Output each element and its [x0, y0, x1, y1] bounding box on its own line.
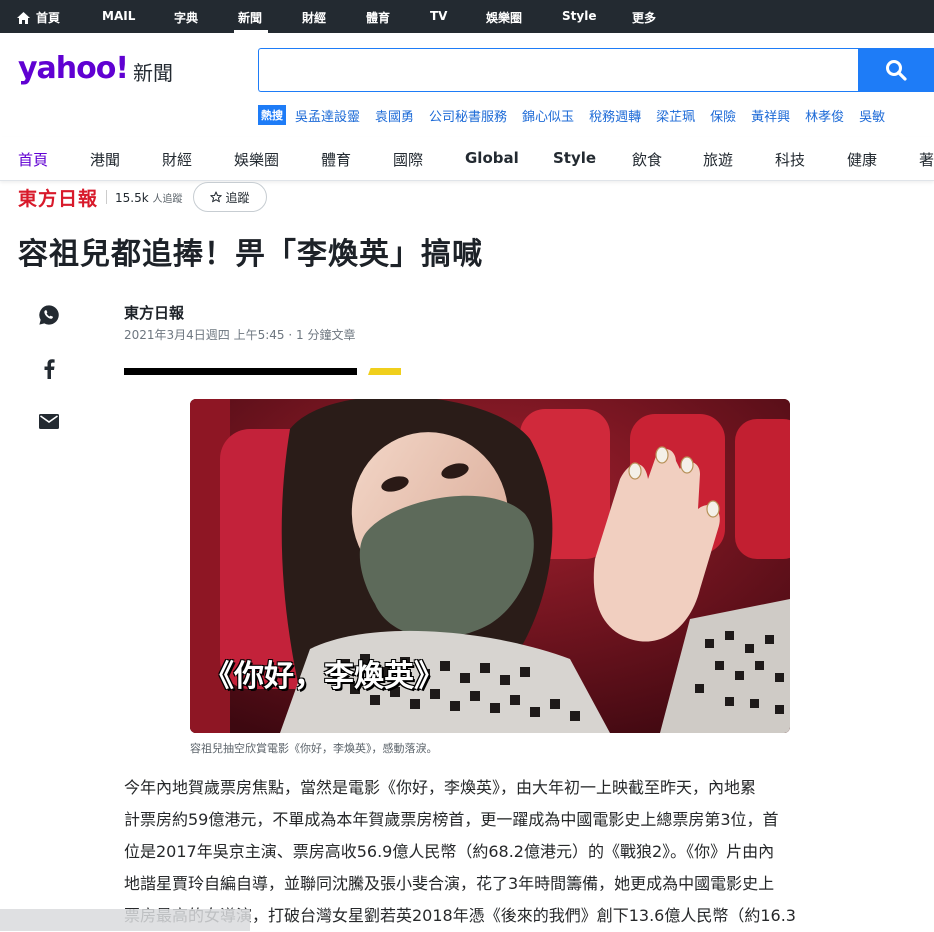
follow-button[interactable]: 追蹤 — [192, 182, 267, 212]
trending-link[interactable]: 吳孟達設靈 — [295, 106, 360, 125]
horizontal-scrollbar[interactable] — [0, 909, 250, 931]
divider-bar — [124, 368, 357, 375]
trending-link[interactable]: 吳敏 — [859, 106, 885, 125]
follower-suffix: 人追蹤 — [152, 193, 183, 205]
mail-icon — [39, 413, 59, 429]
cat-home[interactable]: 首頁 — [18, 149, 48, 170]
cat-health[interactable]: 健康 — [847, 149, 877, 170]
body-line: 今年內地賀歲票房焦點，當然是電影《你好，李煥英》，由大年初一上映截至昨天，內地累 — [124, 778, 757, 797]
topnav-home-label: 首頁 — [36, 11, 61, 25]
topnav-entertainment[interactable]: 娛樂圈 — [486, 9, 522, 26]
body-line: 地諧星賈玲自編自導，並聯同沈騰及張小斐合演，花了3年時間籌備，她更成為中國電影史… — [124, 874, 775, 893]
yahoo-logo[interactable]: yahoo! — [18, 51, 129, 86]
divider-accent — [368, 368, 401, 375]
divider — [106, 190, 108, 204]
article-body: 今年內地賀歲票房焦點，當然是電影《你好，李煥英》，由大年初一上映截至昨天，內地累… — [124, 772, 864, 932]
share-email-button[interactable] — [36, 408, 62, 434]
topnav-style[interactable]: Style — [562, 9, 596, 23]
trending-badge: 熱搜 — [258, 105, 286, 125]
topnav-finance[interactable]: 財經 — [302, 9, 326, 26]
trending-link[interactable]: 公司秘書服務 — [429, 106, 507, 125]
article-meta: 2021年3月4日週四 上午5:45 · 1 分鐘文章 — [124, 328, 356, 342]
publisher-logo[interactable]: 東方日報 — [18, 184, 98, 211]
body-line: 計票房約59億港元，不單成為本年賀歲票房榜首，更一躍成為中國電影史上總票房第3位… — [124, 810, 779, 829]
article-headline: 容祖兒都追捧！畀「李煥英」搞喊 — [18, 237, 483, 272]
topnav-home[interactable]: 首頁 — [17, 9, 60, 26]
trending-link[interactable]: 梁芷珮 — [656, 106, 695, 125]
follow-label: 追蹤 — [225, 190, 250, 205]
topnav-more[interactable]: 更多 — [632, 9, 656, 26]
share-facebook-button[interactable] — [36, 356, 62, 382]
cat-global[interactable]: Global — [465, 149, 519, 167]
topnav-mail[interactable]: MAIL — [102, 9, 135, 23]
photo-subtitle: 《你好，李煥英》 — [204, 659, 444, 694]
cat-travel[interactable]: 旅遊 — [703, 149, 733, 170]
cat-finance[interactable]: 財經 — [162, 149, 192, 170]
cat-style[interactable]: Style — [553, 149, 596, 167]
follower-number: 15.5k — [115, 190, 149, 205]
trending-link[interactable]: 錦心似玉 — [522, 106, 574, 125]
top-nav-bar: 首頁 MAIL 字典 新聞 財經 體育 TV 娛樂圈 Style 更多 — [0, 0, 934, 33]
cat-entertainment[interactable]: 娛樂圈 — [234, 149, 279, 170]
topnav-dictionary[interactable]: 字典 — [174, 9, 198, 26]
cat-more[interactable]: 著 — [919, 149, 934, 170]
photo-caption: 容祖兒抽空欣賞電影《你好，李煥英》，感動落淚。 — [190, 742, 438, 755]
topnav-tv[interactable]: TV — [430, 9, 447, 23]
whatsapp-icon — [39, 305, 59, 325]
cat-local[interactable]: 港聞 — [90, 149, 120, 170]
trending-link[interactable]: 黃祥興 — [751, 106, 790, 125]
news-section-title[interactable]: 新聞 — [133, 57, 173, 86]
facebook-icon — [44, 359, 55, 379]
category-nav: 首頁 港聞 財經 娛樂圈 體育 國際 Global Style 飲食 旅遊 科技… — [0, 137, 934, 181]
trending-link[interactable]: 保險 — [710, 106, 736, 125]
trending-link[interactable]: 稅務週轉 — [589, 106, 641, 125]
follower-count: 15.5k 人追蹤 — [115, 190, 183, 205]
article-photo[interactable]: 《你好，李煥英》 — [190, 399, 790, 733]
trending-link[interactable]: 林孝俊 — [805, 106, 844, 125]
home-icon — [17, 11, 30, 24]
trending-link[interactable]: 袁國勇 — [375, 106, 414, 125]
body-line: 位是2017年吳京主演、票房高收56.9億人民幣（約68.2億港元）的《戰狼2》… — [124, 842, 775, 861]
search-input[interactable] — [258, 48, 858, 92]
cat-tech[interactable]: 科技 — [775, 149, 805, 170]
share-whatsapp-button[interactable] — [36, 302, 62, 328]
search-button[interactable] — [858, 48, 934, 92]
cat-international[interactable]: 國際 — [393, 149, 423, 170]
search-icon — [886, 60, 907, 81]
publisher-row: 東方日報 15.5k 人追蹤 追蹤 — [18, 182, 267, 212]
topnav-sports[interactable]: 體育 — [366, 9, 390, 26]
star-icon — [209, 191, 222, 203]
topnav-news[interactable]: 新聞 — [238, 9, 262, 26]
cat-sports[interactable]: 體育 — [321, 149, 351, 170]
trending-searches: 熱搜 吳孟達設靈 袁國勇 公司秘書服務 錦心似玉 稅務週轉 梁芷珮 保險 黃祥興… — [258, 105, 900, 125]
cat-food[interactable]: 飲食 — [632, 149, 662, 170]
site-header: yahoo! 新聞 熱搜 吳孟達設靈 袁國勇 公司秘書服務 錦心似玉 稅務週轉 … — [0, 33, 934, 128]
article-author[interactable]: 東方日報 — [124, 302, 184, 323]
